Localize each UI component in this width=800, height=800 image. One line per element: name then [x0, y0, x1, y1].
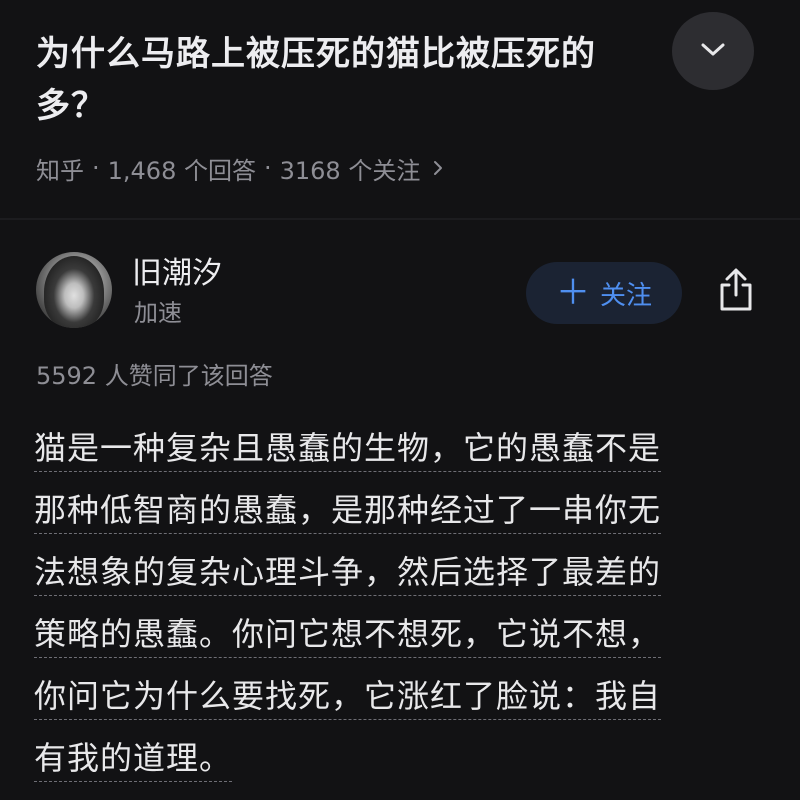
vote-count: 5592 人赞同了该回答	[36, 362, 273, 390]
author-avatar[interactable]	[36, 252, 112, 328]
source-label: 知乎	[36, 156, 84, 185]
answer-line: 法想象的复杂心理斗争，然后选择了最差的	[34, 542, 750, 604]
answer-line: 有我的道理。	[34, 728, 750, 790]
answer-line-text: 你问它为什么要找死，它涨红了脸说：我自	[34, 677, 662, 720]
plus-icon: ＋	[555, 273, 590, 313]
question-meta[interactable]: 知乎 · 1,468 个回答 · 3168 个关注	[36, 150, 444, 186]
answer-count: 1,468 个回答	[107, 156, 256, 185]
follower-count: 3168 个关注	[279, 156, 421, 185]
meta-separator: ·	[263, 154, 272, 182]
chevron-down-icon	[701, 43, 725, 56]
answer-body[interactable]: 猫是一种复杂且愚蠢的生物，它的愚蠢不是 那种低智商的愚蠢，是那种经过了一串你无 …	[34, 418, 750, 790]
answer-line-text: 法想象的复杂心理斗争，然后选择了最差的	[34, 553, 662, 596]
follow-button[interactable]: ＋ 关注	[526, 262, 682, 324]
question-title-line-1: 为什么马路上被压死的猫比被压死的	[36, 34, 596, 74]
answer-line: 那种低智商的愚蠢，是那种经过了一串你无	[34, 480, 750, 542]
author-name[interactable]: 旧潮汐	[132, 256, 222, 292]
section-divider	[0, 218, 800, 220]
answer-line-text: 有我的道理。	[34, 739, 233, 782]
answer-line: 策略的愚蠢。你问它想不想死，它说不想，	[34, 604, 750, 666]
meta-separator: ·	[92, 154, 100, 182]
question-title[interactable]: 为什么马路上被压死的猫比被压死的 多？	[36, 28, 686, 132]
share-icon	[720, 268, 752, 311]
answer-line-text: 那种低智商的愚蠢，是那种经过了一串你无	[34, 491, 662, 534]
answer-line: 猫是一种复杂且愚蠢的生物，它的愚蠢不是	[34, 418, 750, 480]
chevron-right-icon	[432, 159, 444, 177]
answer-line-text: 猫是一种复杂且愚蠢的生物，它的愚蠢不是	[34, 429, 662, 472]
follow-label: 关注	[599, 280, 652, 311]
avatar-portrait	[44, 256, 104, 328]
answer-line: 你问它为什么要找死，它涨红了脸说：我自	[34, 666, 750, 728]
answer-line-text: 策略的愚蠢。你问它想不想死，它说不想，	[34, 615, 662, 658]
collapse-title-button[interactable]	[672, 12, 754, 90]
author-badge: 加速	[134, 299, 182, 327]
question-title-line-2: 多？	[36, 86, 106, 126]
share-button[interactable]	[712, 264, 760, 316]
